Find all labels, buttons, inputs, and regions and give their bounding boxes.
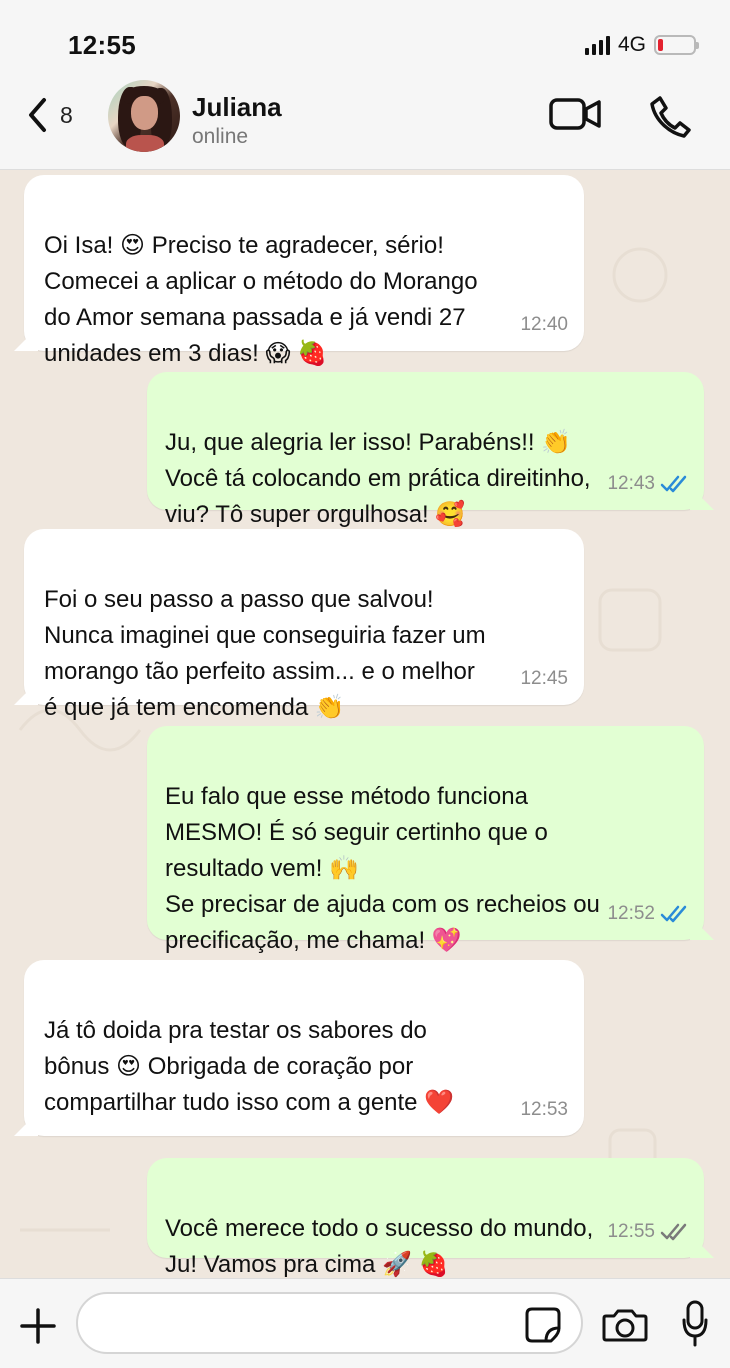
contact-avatar[interactable] — [108, 80, 180, 152]
sticker-icon[interactable] — [524, 1306, 562, 1344]
message-bubble-incoming[interactable]: Já tô doida pra testar os sabores do bôn… — [24, 960, 584, 1136]
message-input[interactable] — [76, 1292, 583, 1354]
message-text: Ju, que alegria ler isso! Parabéns!! 👏 V… — [165, 429, 591, 528]
network-type: 4G — [617, 33, 646, 56]
message-meta: 12:43 — [607, 466, 688, 502]
status-time: 12:55 — [68, 30, 136, 60]
message-time: 12:43 — [607, 473, 655, 494]
message-text: Foi o seu passo a passo que salvou! Nunc… — [44, 586, 486, 721]
delivered-receipt-icon — [660, 1223, 687, 1241]
message-meta: 12:55 — [607, 1214, 688, 1250]
message-time: 12:52 — [607, 903, 655, 924]
read-receipt-icon — [660, 905, 687, 923]
microphone-icon[interactable] — [680, 1299, 710, 1347]
message-meta: 12:40 — [520, 307, 568, 343]
plus-icon[interactable] — [18, 1306, 58, 1346]
chat-header: 8 Juliana online — [0, 78, 730, 170]
message-time: 12:40 — [520, 314, 568, 335]
message-meta: 12:52 — [607, 896, 688, 932]
message-text: Você merece todo o sucesso do mundo, Ju!… — [165, 1215, 594, 1278]
contact-name[interactable]: Juliana — [192, 92, 282, 123]
back-button[interactable]: 8 — [24, 93, 94, 137]
message-time: 12:55 — [607, 1221, 655, 1242]
message-composer — [0, 1278, 730, 1368]
message-text: Oi Isa! 😍 Preciso te agradecer, sério! C… — [44, 232, 478, 367]
status-bar: 12:55 4G — [0, 0, 730, 78]
unread-count: 8 — [60, 101, 73, 128]
message-time: 12:53 — [520, 1099, 568, 1120]
signal-icon — [584, 35, 610, 55]
contact-status: online — [192, 125, 249, 148]
chevron-left-icon — [29, 98, 46, 132]
chat-area[interactable]: Oi Isa! 😍 Preciso te agradecer, sério! C… — [0, 170, 730, 1278]
message-bubble-outgoing[interactable]: Eu falo que esse método funciona MESMO! … — [147, 726, 704, 954]
phone-icon[interactable] — [646, 92, 694, 140]
battery-level — [658, 39, 663, 51]
camera-icon[interactable] — [601, 1307, 649, 1343]
message-bubble-outgoing[interactable]: Ju, que alegria ler isso! Parabéns!! 👏 V… — [147, 372, 704, 528]
message-bubble-incoming[interactable]: Oi Isa! 😍 Preciso te agradecer, sério! C… — [24, 175, 584, 367]
message-bubble-outgoing[interactable]: Você merece todo o sucesso do mundo, Ju!… — [147, 1158, 704, 1278]
status-indicators: 4G — [584, 31, 699, 59]
battery-icon — [654, 35, 699, 55]
message-time: 12:45 — [520, 668, 568, 689]
video-call-icon[interactable] — [548, 96, 602, 132]
message-text: Eu falo que esse método funciona MESMO! … — [165, 783, 600, 954]
message-text: Já tô doida pra testar os sabores do bôn… — [44, 1017, 455, 1116]
message-meta: 12:53 — [520, 1092, 568, 1128]
message-bubble-incoming[interactable]: Foi o seu passo a passo que salvou! Nunc… — [24, 529, 584, 721]
read-receipt-icon — [660, 475, 687, 493]
message-meta: 12:45 — [520, 661, 568, 697]
